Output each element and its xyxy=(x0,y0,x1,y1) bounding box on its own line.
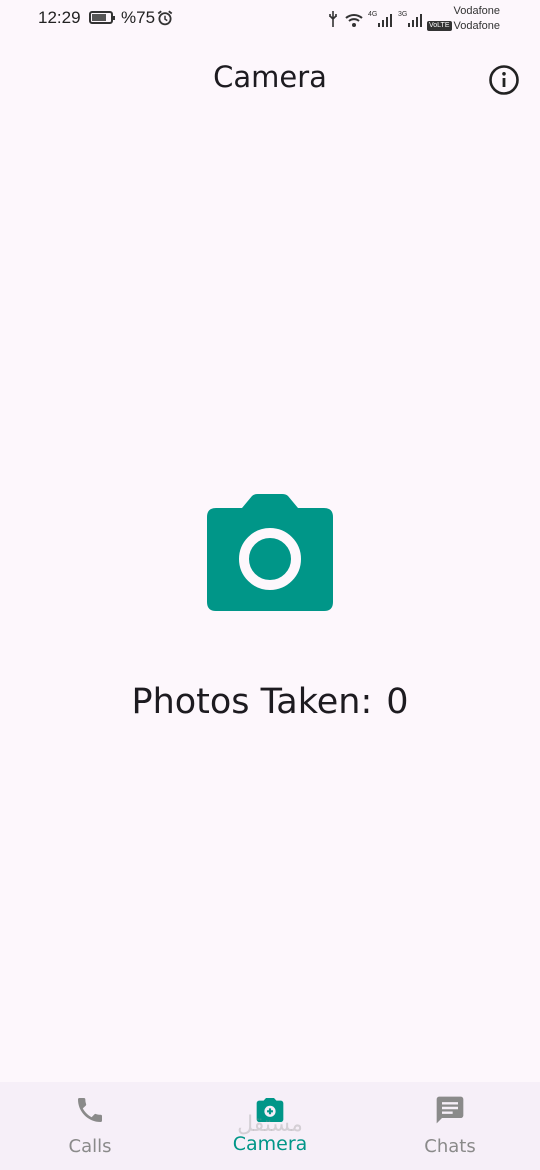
info-icon[interactable] xyxy=(487,63,521,97)
carrier-2-row: VoLTE Vodafone xyxy=(427,19,500,34)
status-time: 12:29 xyxy=(38,8,81,27)
network-type-2: 3G xyxy=(398,11,407,18)
photos-taken-row: Photos Taken: 0 xyxy=(0,682,540,722)
network-type-1: 4G xyxy=(368,11,377,18)
camera-icon[interactable] xyxy=(206,494,334,612)
signal-icon-2: 3G xyxy=(398,11,422,27)
alarm-icon xyxy=(157,10,173,26)
app-bar: Camera xyxy=(0,48,540,108)
nav-label-camera: Camera xyxy=(232,1133,308,1155)
photos-taken-count: 0 xyxy=(386,682,409,722)
nav-item-chats[interactable]: Chats xyxy=(360,1082,540,1170)
signal-icon: 4G xyxy=(368,11,392,27)
bottom-navigation: Calls مستقل Camera Chats xyxy=(0,1082,540,1170)
page-title: Camera xyxy=(213,60,327,94)
usb-icon xyxy=(329,11,337,27)
wifi-icon xyxy=(345,14,363,27)
status-bar: 12:29 %75 4G 3G Vodafone VoLTE Vodafone xyxy=(0,0,540,40)
phone-icon xyxy=(78,1098,102,1122)
carrier-2: Vodafone xyxy=(453,20,501,32)
camera-icon xyxy=(256,1098,284,1122)
nav-label-chats: Chats xyxy=(424,1136,476,1157)
nav-item-calls[interactable]: Calls xyxy=(0,1082,180,1170)
nav-label-calls: Calls xyxy=(68,1136,112,1157)
nav-item-camera[interactable]: مستقل Camera xyxy=(180,1082,360,1170)
battery-icon xyxy=(89,11,115,24)
photos-taken-label: Photos Taken: xyxy=(131,682,373,722)
carrier-1: Vodafone xyxy=(453,5,501,17)
battery-percent: %75 xyxy=(121,8,156,27)
network-icons: 4G 3G xyxy=(329,11,422,27)
battery-fill xyxy=(92,14,106,21)
chat-icon xyxy=(436,1096,464,1124)
volte-badge: VoLTE xyxy=(427,21,452,32)
carrier-info: Vodafone VoLTE Vodafone xyxy=(427,4,500,34)
